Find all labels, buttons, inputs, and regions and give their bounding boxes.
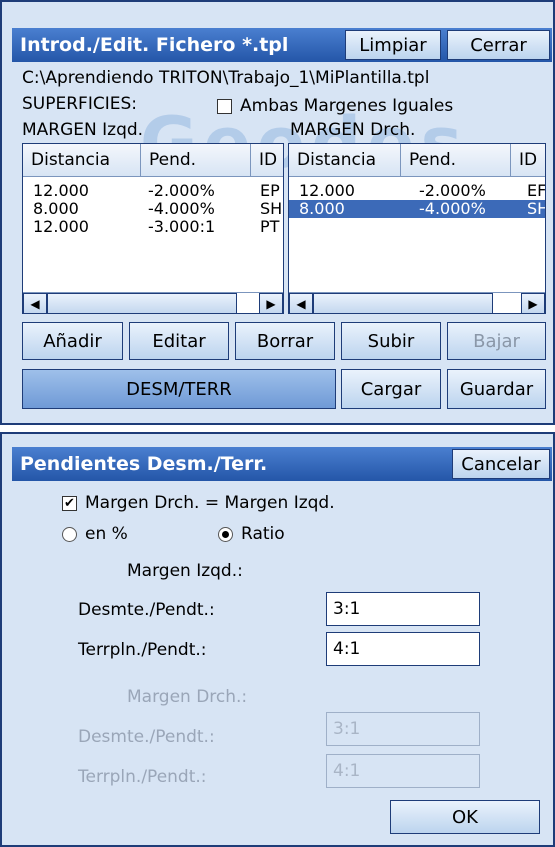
col-pend[interactable]: Pend. — [401, 144, 511, 176]
radio-ratio[interactable]: Ratio — [218, 524, 285, 544]
ambas-margenes-checkbox[interactable]: Ambas Margenes Iguales — [217, 96, 453, 116]
ambas-margenes-label: Ambas Margenes Iguales — [240, 96, 454, 116]
list-row[interactable]: 12.000 -2.000% EP — [23, 182, 283, 200]
radio-unselected-icon[interactable] — [62, 526, 77, 542]
bajar-button[interactable]: Bajar — [447, 322, 546, 360]
scroll-right-icon[interactable]: ▶ — [259, 293, 283, 313]
subir-button[interactable]: Subir — [341, 322, 441, 360]
margen-drch-list[interactable]: Distancia Pend. ID 12.000 -2.000% EF 8.0… — [288, 143, 546, 314]
scroll-left-icon[interactable]: ◀ — [23, 293, 47, 313]
radio-en-percent[interactable]: en % — [62, 524, 128, 544]
col-distancia[interactable]: Distancia — [23, 144, 141, 176]
right-desmte-input[interactable]: 3:1 — [326, 712, 480, 746]
right-terrpln-label: Terrpln./Pendt.: — [78, 767, 207, 787]
left-desmte-input[interactable]: 3:1 — [326, 592, 480, 626]
margen-izqd-list[interactable]: Distancia Pend. ID 12.000 -2.000% EP 8.0… — [22, 143, 284, 314]
cancelar-button[interactable]: Cancelar — [452, 449, 550, 479]
list-header: Distancia Pend. ID — [289, 144, 545, 177]
scroll-thumb[interactable] — [313, 293, 493, 313]
radio-percent-label: en % — [85, 524, 128, 544]
right-terrpln-input[interactable]: 4:1 — [326, 754, 480, 788]
list-row[interactable]: 12.000 -2.000% EF — [289, 182, 545, 200]
scroll-left-icon[interactable]: ◀ — [289, 293, 313, 313]
margen-drch-title: MARGEN Drch. — [290, 120, 416, 140]
left-section-title: Margen Izqd.: — [127, 561, 243, 581]
list-row[interactable]: 12.000 -3.000:1 PT — [23, 218, 283, 236]
scroll-thumb[interactable] — [47, 293, 237, 313]
margen-izqd-title: MARGEN Izqd. — [22, 120, 144, 140]
desm-terr-button[interactable]: DESM/TERR — [22, 369, 336, 409]
margen-igual-checkbox[interactable]: ✔ Margen Drch. = Margen Izqd. — [62, 493, 335, 513]
left-terrpln-label: Terrpln./Pendt.: — [78, 640, 207, 660]
horizontal-scrollbar[interactable]: ◀ ▶ — [23, 292, 283, 313]
top-dialog-title: Introd./Edit. Fichero *.tpl — [20, 34, 289, 56]
left-terrpln-input[interactable]: 4:1 — [326, 632, 480, 666]
col-pend[interactable]: Pend. — [141, 144, 251, 176]
radio-ratio-label: Ratio — [241, 524, 285, 544]
limpiar-button[interactable]: Limpiar — [345, 30, 441, 60]
col-id[interactable]: ID — [251, 144, 283, 176]
right-section-title: Margen Drch.: — [127, 687, 248, 707]
superficies-label: SUPERFICIES: — [22, 94, 137, 114]
col-distancia[interactable]: Distancia — [289, 144, 401, 176]
list-header: Distancia Pend. ID — [23, 144, 283, 177]
editar-button[interactable]: Editar — [129, 322, 229, 360]
checkbox-box[interactable] — [217, 98, 232, 114]
borrar-button[interactable]: Borrar — [235, 322, 335, 360]
right-desmte-label: Desmte./Pendt.: — [78, 727, 215, 747]
scroll-right-icon[interactable]: ▶ — [521, 293, 545, 313]
guardar-button[interactable]: Guardar — [447, 369, 546, 409]
file-path: C:\Aprendiendo TRITON\Trabajo_1\MiPlanti… — [22, 68, 430, 88]
checkbox-checked-icon[interactable]: ✔ — [62, 495, 77, 511]
bottom-dialog-title: Pendientes Desm./Terr. — [20, 453, 268, 475]
list-row[interactable]: 8.000 -4.000% SH — [23, 200, 283, 218]
horizontal-scrollbar[interactable]: ◀ ▶ — [289, 292, 545, 313]
cerrar-button[interactable]: Cerrar — [447, 30, 550, 60]
margen-igual-label: Margen Drch. = Margen Izqd. — [85, 493, 335, 513]
radio-selected-icon[interactable] — [218, 526, 233, 542]
col-id[interactable]: ID — [511, 144, 545, 176]
ok-button[interactable]: OK — [390, 800, 540, 834]
list-row-selected[interactable]: 8.000 -4.000% SH — [289, 200, 545, 218]
anadir-button[interactable]: Añadir — [22, 322, 123, 360]
left-desmte-label: Desmte./Pendt.: — [78, 600, 215, 620]
cargar-button[interactable]: Cargar — [341, 369, 441, 409]
